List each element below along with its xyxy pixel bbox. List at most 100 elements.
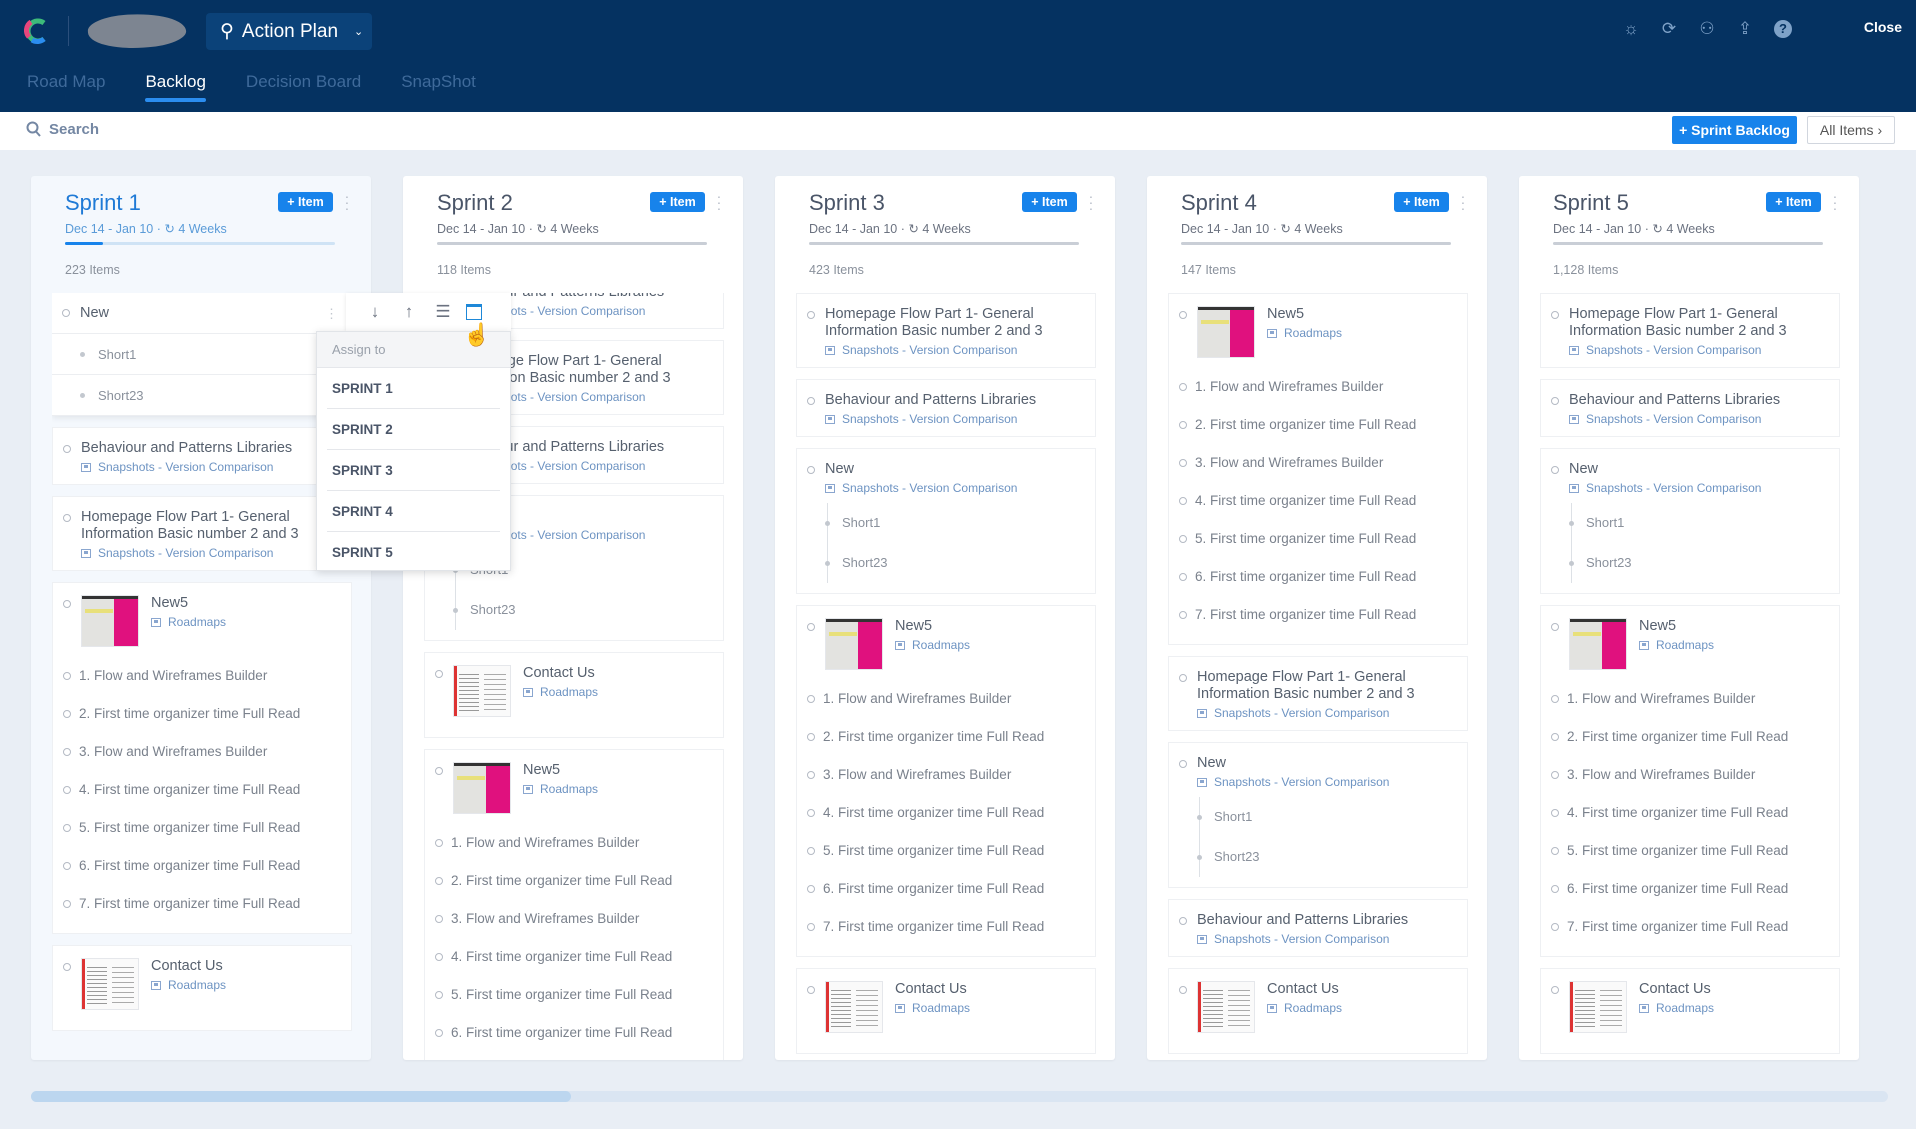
item-title[interactable]: Contact Us: [523, 665, 598, 682]
lightbulb-icon[interactable]: ☼: [1622, 18, 1640, 40]
status-circle-icon[interactable]: [435, 915, 443, 923]
item-link[interactable]: Roadmaps: [1639, 638, 1714, 652]
status-circle-icon[interactable]: [1179, 611, 1187, 619]
numbered-item[interactable]: 5. First time organizer time Full Read: [1551, 832, 1825, 870]
item-link[interactable]: Roadmaps: [895, 638, 970, 652]
numbered-item[interactable]: 7. First time organizer time Full Read: [807, 908, 1081, 946]
backlog-item[interactable]: Behaviour and Patterns Libraries Snapshot…: [796, 379, 1096, 437]
backlog-item[interactable]: New5 Roadmaps 1. Flow and Wireframes Build…: [1540, 605, 1840, 957]
item-link[interactable]: Snapshots - Version Comparison: [825, 412, 1081, 426]
status-circle-icon[interactable]: [62, 309, 70, 317]
status-circle-icon[interactable]: [63, 824, 71, 832]
sprint-title[interactable]: Sprint 4: [1181, 190, 1257, 216]
assign-option-sprint-3[interactable]: SPRINT 3: [327, 450, 500, 491]
add-item-button[interactable]: + Item: [650, 192, 705, 212]
item-link[interactable]: Snapshots - Version Comparison: [1197, 706, 1453, 720]
item-thumbnail[interactable]: [825, 618, 883, 670]
status-circle-icon[interactable]: [435, 839, 443, 847]
more-options-icon[interactable]: ⋮: [325, 293, 338, 334]
numbered-item[interactable]: 7. First time organizer time Full Read: [437, 1052, 709, 1060]
item-title[interactable]: New5: [895, 618, 970, 635]
sprint-title[interactable]: Sprint 1: [65, 190, 141, 216]
item-title[interactable]: New5: [1639, 618, 1714, 635]
item-link[interactable]: Snapshots - Version Comparison: [81, 546, 337, 560]
status-circle-icon[interactable]: [63, 900, 71, 908]
item-thumbnail[interactable]: [1197, 981, 1255, 1033]
status-circle-icon[interactable]: [1179, 535, 1187, 543]
backlog-item[interactable]: New Snapshots - Version Comparison Short1S…: [1168, 742, 1468, 888]
sub-item[interactable]: Short23: [1197, 837, 1453, 877]
item-link[interactable]: Snapshots - Version Comparison: [825, 481, 1081, 495]
status-circle-icon[interactable]: [435, 1029, 443, 1037]
item-title[interactable]: Behaviour and Patterns Libraries: [81, 440, 337, 457]
backlog-item[interactable]: Contact Us Roadmaps: [424, 652, 724, 738]
status-circle-icon[interactable]: [807, 695, 815, 703]
sub-item[interactable]: Short1: [825, 503, 1081, 543]
numbered-item[interactable]: 6. First time organizer time Full Read: [1179, 558, 1453, 596]
status-circle-icon[interactable]: [1551, 695, 1559, 703]
item-title[interactable]: Contact Us: [1639, 981, 1714, 998]
status-circle-icon[interactable]: [63, 445, 71, 453]
tab-snapshot[interactable]: SnapShot: [401, 72, 476, 102]
status-circle-icon[interactable]: [807, 923, 815, 931]
backlog-item-expanded[interactable]: New ⋮ Short1 Short23: [52, 293, 352, 416]
add-item-button[interactable]: + Item: [1394, 192, 1449, 212]
numbered-item[interactable]: 6. First time organizer time Full Read: [807, 870, 1081, 908]
item-title[interactable]: Homepage Flow Part 1- General Informatio…: [1197, 669, 1453, 703]
help-icon[interactable]: ?: [1774, 20, 1792, 38]
item-link[interactable]: Snapshots - Version Comparison: [825, 343, 1081, 357]
all-items-button[interactable]: All Items ›: [1807, 116, 1895, 144]
item-title[interactable]: Homepage Flow Part 1- General Informatio…: [825, 306, 1081, 340]
backlog-item[interactable]: New5 Roadmaps 1. Flow and Wireframes Build…: [424, 749, 724, 1060]
status-circle-icon[interactable]: [1551, 847, 1559, 855]
sprint-title[interactable]: Sprint 2: [437, 190, 513, 216]
item-title[interactable]: New: [1569, 461, 1825, 478]
numbered-item[interactable]: 3. Flow and Wireframes Builder: [1551, 756, 1825, 794]
status-circle-icon[interactable]: [63, 748, 71, 756]
assign-option-sprint-1[interactable]: SPRINT 1: [327, 368, 500, 409]
status-circle-icon[interactable]: [1551, 397, 1559, 405]
sub-item[interactable]: Short23: [825, 543, 1081, 583]
item-link[interactable]: Roadmaps: [523, 782, 598, 796]
status-circle-icon[interactable]: [807, 397, 815, 405]
assign-sprint-icon[interactable]: [466, 304, 482, 320]
status-circle-icon[interactable]: [63, 600, 71, 608]
numbered-item[interactable]: 3. Flow and Wireframes Builder: [807, 756, 1081, 794]
backlog-item[interactable]: New Snapshots - Version Comparison Short1S…: [1540, 448, 1840, 594]
backlog-item[interactable]: New5 Roadmaps 1. Flow and Wireframes Build…: [1168, 293, 1468, 645]
status-circle-icon[interactable]: [1179, 421, 1187, 429]
users-icon[interactable]: ⚇: [1698, 18, 1716, 40]
status-circle-icon[interactable]: [1179, 497, 1187, 505]
item-link[interactable]: Roadmaps: [1267, 326, 1342, 340]
status-circle-icon[interactable]: [1551, 733, 1559, 741]
item-thumbnail[interactable]: [81, 595, 139, 647]
add-item-button[interactable]: + Item: [1766, 192, 1821, 212]
numbered-item[interactable]: 3. Flow and Wireframes Builder: [63, 733, 337, 771]
status-circle-icon[interactable]: [435, 991, 443, 999]
status-circle-icon[interactable]: [435, 877, 443, 885]
item-title[interactable]: New: [825, 461, 1081, 478]
backlog-item[interactable]: New5 Roadmaps 1. Flow and Wireframes Build…: [52, 582, 352, 934]
item-link[interactable]: Snapshots - Version Comparison: [1569, 481, 1825, 495]
numbered-item[interactable]: 1. Flow and Wireframes Builder: [807, 680, 1081, 718]
backlog-item[interactable]: Contact Us Roadmaps: [52, 945, 352, 1031]
backlog-item[interactable]: Behaviour and Patterns Libraries Snapshot…: [52, 427, 352, 485]
item-link[interactable]: Roadmaps: [151, 615, 226, 629]
status-circle-icon[interactable]: [1179, 383, 1187, 391]
item-link[interactable]: Snapshots - Version Comparison: [1197, 932, 1453, 946]
backlog-item[interactable]: Homepage Flow Part 1- General Informatio…: [796, 293, 1096, 368]
item-link[interactable]: Roadmaps: [895, 1001, 970, 1015]
add-sprint-backlog-button[interactable]: + Sprint Backlog: [1672, 116, 1797, 144]
numbered-item[interactable]: 6. First time organizer time Full Read: [63, 847, 337, 885]
status-circle-icon[interactable]: [1551, 466, 1559, 474]
backlog-item[interactable]: Homepage Flow Part 1- General Informatio…: [1168, 656, 1468, 731]
item-thumbnail[interactable]: [453, 762, 511, 814]
sub-item[interactable]: Short23: [52, 375, 352, 416]
status-circle-icon[interactable]: [1551, 771, 1559, 779]
item-link[interactable]: Snapshots - Version Comparison: [1569, 343, 1825, 357]
move-down-icon[interactable]: ↓: [364, 302, 386, 322]
status-circle-icon[interactable]: [807, 733, 815, 741]
status-circle-icon[interactable]: [435, 670, 443, 678]
sub-item[interactable]: Short1: [52, 334, 352, 375]
numbered-item[interactable]: 3. Flow and Wireframes Builder: [1179, 444, 1453, 482]
